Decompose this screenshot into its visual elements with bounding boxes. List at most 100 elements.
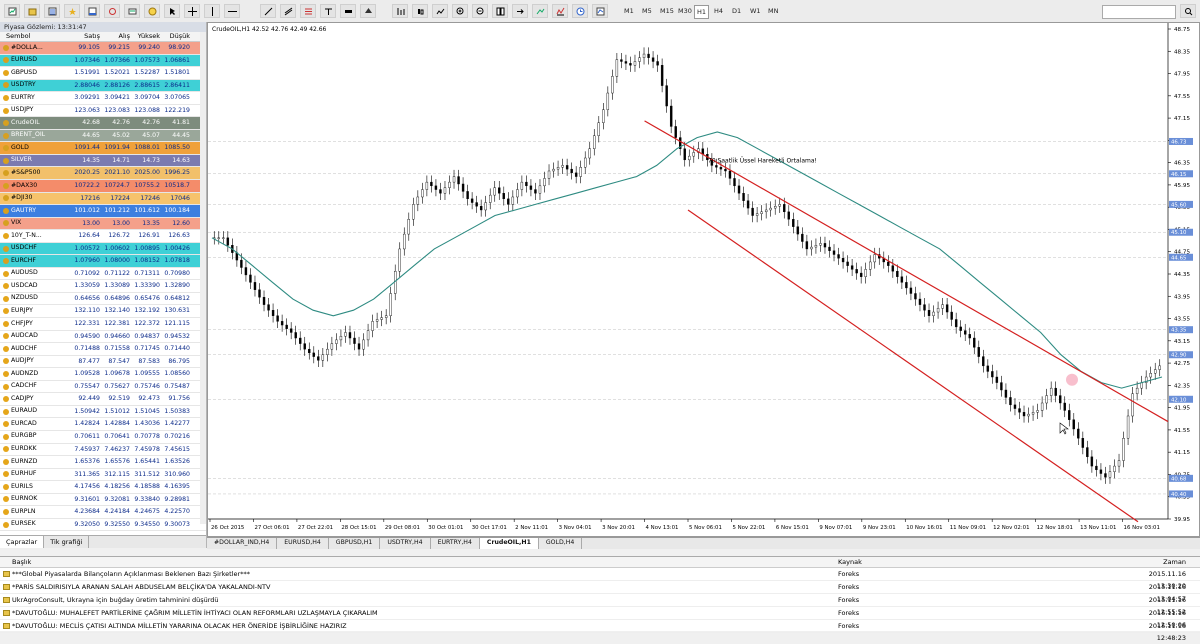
tool-1-button[interactable] bbox=[260, 4, 276, 18]
market-watch-row[interactable]: AUDJPY 87.477 87.547 87.583 86.795 bbox=[0, 355, 206, 369]
news-row[interactable]: *PARİS SALDIRISIYLA ARANAN SALAH ABDUSEL… bbox=[0, 581, 1200, 603]
market-watch-row[interactable]: #DOLLA... 99.105 99.215 99.240 98.920 bbox=[0, 42, 206, 55]
market-watch-row[interactable]: EURCAD 1.42824 1.42884 1.43036 1.42277 bbox=[0, 418, 206, 431]
periods-button[interactable] bbox=[572, 4, 588, 18]
market-watch-row[interactable]: USDCHF 1.00572 1.00602 1.00895 1.00426 bbox=[0, 242, 206, 256]
new-order-button[interactable] bbox=[124, 4, 140, 18]
market-watch-button[interactable] bbox=[44, 4, 60, 18]
market-watch-row[interactable]: EURSEK 9.32050 9.32550 9.34550 9.30073 bbox=[0, 518, 206, 532]
chart-tab[interactable]: USDTRY,H4 bbox=[380, 538, 431, 549]
market-watch-row[interactable]: EURCHF 1.07960 1.08000 1.08152 1.07818 bbox=[0, 255, 206, 268]
market-watch-row[interactable]: EURAUD 1.50942 1.51012 1.51045 1.50383 bbox=[0, 405, 206, 419]
market-watch-row[interactable]: USDTRY 2.88046 2.88126 2.88615 2.86411 bbox=[0, 79, 206, 93]
chart-tab[interactable]: GOLD,H4 bbox=[539, 538, 583, 549]
tool-4-button[interactable] bbox=[320, 4, 336, 18]
timeframe-h4[interactable]: H4 bbox=[712, 5, 725, 17]
market-watch-row[interactable]: EURPLN 4.23684 4.24184 4.24675 4.22570 bbox=[0, 506, 206, 519]
search-button[interactable] bbox=[1180, 4, 1196, 18]
chart-tab[interactable]: GBPUSD,H1 bbox=[329, 538, 381, 549]
market-watch-row[interactable]: VIX 13.00 13.00 13.35 12.60 bbox=[0, 217, 206, 231]
tool-6-button[interactable] bbox=[360, 4, 376, 18]
chart-window[interactable]: 48.7548.3547.9547.5547.1546.7546.3545.95… bbox=[207, 22, 1200, 537]
market-watch-row[interactable]: CrudeOIL 42.68 42.76 42.76 41.81 bbox=[0, 117, 206, 130]
zoom-in-button[interactable] bbox=[452, 4, 468, 18]
tab-crosses[interactable]: Çaprazlar bbox=[0, 536, 45, 548]
tool-2-button[interactable] bbox=[280, 4, 296, 18]
strategy-tester-button[interactable] bbox=[104, 4, 120, 18]
chart-shift-button[interactable] bbox=[512, 4, 528, 18]
chart-tab[interactable]: #DOLLAR_IND,H4 bbox=[207, 538, 278, 549]
zoom-out-button[interactable] bbox=[472, 4, 488, 18]
market-watch-row[interactable]: CADCHF 0.75547 0.75627 0.75746 0.75487 bbox=[0, 380, 206, 394]
auto-scroll-button[interactable] bbox=[532, 4, 548, 18]
market-watch-row[interactable]: 10Y_T-N... 126.64 126.72 126.91 126.63 bbox=[0, 230, 206, 243]
header-title[interactable]: Başlık bbox=[0, 557, 836, 567]
market-watch-row[interactable]: EURGBP 0.70611 0.70641 0.70778 0.70216 bbox=[0, 430, 206, 444]
market-watch-row[interactable]: USDCAD 1.33059 1.33089 1.33390 1.32890 bbox=[0, 280, 206, 293]
market-watch-row[interactable]: USDJPY 123.063 123.083 123.088 122.219 bbox=[0, 104, 206, 118]
candle-chart-button[interactable] bbox=[412, 4, 428, 18]
tile-windows-button[interactable] bbox=[492, 4, 508, 18]
market-watch-row[interactable]: AUDCHF 0.71488 0.71558 0.71745 0.71440 bbox=[0, 343, 206, 356]
market-watch-row[interactable]: #S&P500 2020.25 2021.10 2025.00 1996.25 bbox=[0, 167, 206, 181]
terminal-button[interactable] bbox=[84, 4, 100, 18]
timeframe-m30[interactable]: M30 bbox=[676, 5, 694, 17]
new-chart-button[interactable] bbox=[4, 4, 20, 18]
header-bid[interactable]: Satış bbox=[72, 32, 102, 41]
timeframe-mn[interactable]: MN bbox=[766, 5, 780, 17]
market-watch-row[interactable]: EURTRY 3.09291 3.09421 3.09704 3.07065 bbox=[0, 92, 206, 105]
timeframe-w1[interactable]: W1 bbox=[748, 5, 763, 17]
chart-tab[interactable]: CrudeOIL,H1 bbox=[479, 538, 539, 549]
news-row[interactable]: *DAVUTOĞLU: MECLİS ÇATISI ALTINDA MİLLET… bbox=[0, 620, 1200, 642]
header-symbol[interactable]: Sembol bbox=[0, 32, 72, 41]
indicators-button[interactable] bbox=[552, 4, 568, 18]
expert-advisors-button[interactable] bbox=[144, 4, 160, 18]
timeframe-m15[interactable]: M15 bbox=[658, 5, 676, 17]
search-input[interactable] bbox=[1102, 5, 1176, 19]
bar-chart-button[interactable] bbox=[392, 4, 408, 18]
market-watch-row[interactable]: EURHUF 311.365 312.115 311.512 310.960 bbox=[0, 468, 206, 482]
market-watch-row[interactable]: AUDCAD 0.94590 0.94660 0.94837 0.94532 bbox=[0, 330, 206, 344]
market-watch-row[interactable]: EURNOK 9.31601 9.32081 9.33840 9.28981 bbox=[0, 493, 206, 507]
profiles-button[interactable] bbox=[24, 4, 40, 18]
header-high[interactable]: Yüksek bbox=[132, 32, 162, 41]
header-source[interactable]: Kaynak bbox=[836, 557, 1124, 567]
header-ask[interactable]: Alış bbox=[102, 32, 132, 41]
market-watch-row[interactable]: GAUTRY 101.012 101.212 101.612 100.184 bbox=[0, 205, 206, 218]
market-watch-row[interactable]: AUDNZD 1.09528 1.09678 1.09555 1.08560 bbox=[0, 368, 206, 381]
chart-tab[interactable]: EURTRY,H4 bbox=[431, 538, 480, 549]
market-watch-row[interactable]: EURILS 4.17456 4.18256 4.18588 4.16395 bbox=[0, 481, 206, 494]
news-row[interactable]: *DAVUTOĞLU: MUHALEFET PARTİLERİNE ÇAĞRIM… bbox=[0, 607, 1200, 629]
price-chart[interactable]: 48.7548.3547.9547.5547.1546.7546.3545.95… bbox=[208, 23, 1199, 536]
news-row[interactable]: UkrAgroConsult, Ukrayna için buğday üret… bbox=[0, 594, 1200, 616]
market-watch-row[interactable]: NZDUSD 0.64656 0.64896 0.65476 0.64812 bbox=[0, 292, 206, 306]
market-watch-row[interactable]: EURNZD 1.65376 1.65576 1.65441 1.63526 bbox=[0, 456, 206, 469]
tool-5-button[interactable] bbox=[340, 4, 356, 18]
market-watch-row[interactable]: GOLD 1091.44 1091.94 1088.01 1085.50 bbox=[0, 142, 206, 155]
market-watch-row[interactable]: #DJI30 17216 17224 17246 17046 bbox=[0, 192, 206, 206]
timeframe-d1[interactable]: D1 bbox=[730, 5, 743, 17]
market-watch-row[interactable]: BRENT_OIL 44.65 45.02 45.07 44.45 bbox=[0, 129, 206, 143]
tool-3-button[interactable] bbox=[300, 4, 316, 18]
news-row[interactable]: ***Global Piyasalarda Bilançoların Açıkl… bbox=[0, 568, 1200, 590]
market-watch-row[interactable]: SILVER 14.35 14.71 14.73 14.63 bbox=[0, 154, 206, 168]
market-watch-row[interactable]: CADJPY 92.449 92.519 92.473 91.756 bbox=[0, 393, 206, 406]
market-watch-row[interactable]: EURUSD 1.07346 1.07366 1.07573 1.06861 bbox=[0, 54, 206, 68]
market-watch-scrollbar[interactable] bbox=[200, 32, 206, 524]
tab-tick-chart[interactable]: Tik grafiği bbox=[44, 536, 90, 548]
chart-tab[interactable]: EURUSD,H4 bbox=[277, 538, 329, 549]
cursor-button[interactable] bbox=[164, 4, 180, 18]
market-watch-row[interactable]: AUDUSD 0.71092 0.71122 0.71311 0.70980 bbox=[0, 267, 206, 281]
market-watch-row[interactable]: EURJPY 132.110 132.140 132.192 130.631 bbox=[0, 305, 206, 319]
line-chart-button[interactable] bbox=[432, 4, 448, 18]
header-low[interactable]: Düşük bbox=[162, 32, 192, 41]
header-time[interactable]: Zaman bbox=[1124, 557, 1200, 567]
crosshair-button[interactable] bbox=[184, 4, 200, 18]
market-watch-row[interactable]: EURDKK 7.45937 7.46237 7.45978 7.45615 bbox=[0, 443, 206, 457]
market-watch-row[interactable]: GBPUSD 1.51991 1.52021 1.52287 1.51801 bbox=[0, 67, 206, 80]
timeframe-h1[interactable]: H1 bbox=[694, 5, 710, 19]
timeframe-m5[interactable]: M5 bbox=[640, 5, 654, 17]
horizontal-line-button[interactable] bbox=[224, 4, 240, 18]
market-watch-row[interactable]: CHFJPY 122.331 122.381 122.372 121.115 bbox=[0, 318, 206, 331]
templates-button[interactable] bbox=[592, 4, 608, 18]
